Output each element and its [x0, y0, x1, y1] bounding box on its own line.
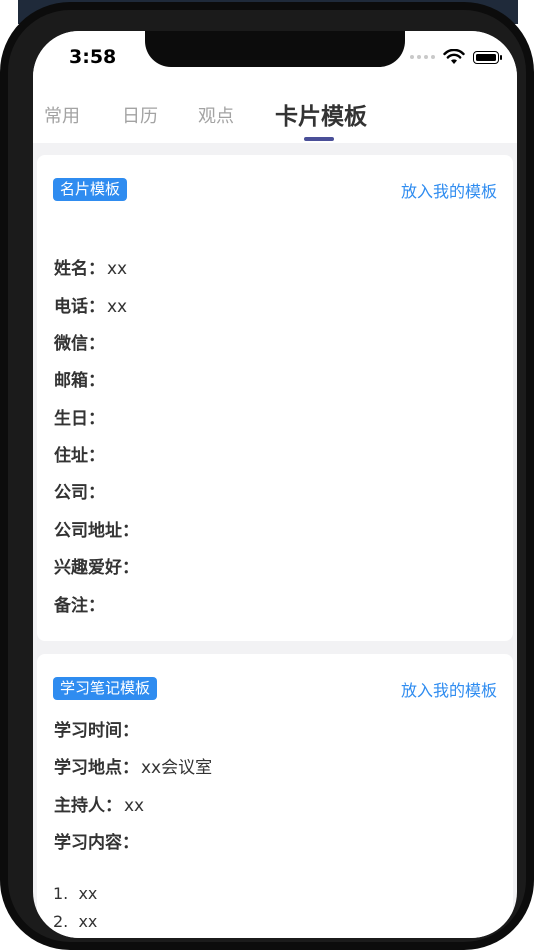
status-time: 3:58	[69, 46, 117, 68]
field-label: 学习地点：	[54, 758, 139, 778]
field-label: 微信：	[54, 334, 105, 354]
tab-opinion[interactable]: 观点	[198, 102, 234, 128]
active-tab-indicator	[304, 137, 334, 141]
field-label: 备注：	[54, 596, 105, 616]
field-row: 兴趣爱好：	[54, 553, 141, 578]
phone-frame: 3:58 常用 日历 观点 卡片模板 名片模板 放入我的模板 姓名： xx 电话…	[0, 2, 534, 950]
field-label: 学习内容：	[54, 833, 139, 853]
status-icons	[410, 49, 502, 65]
field-label: 生日：	[54, 409, 105, 429]
content-list: 1. xx 2. xx 3.	[53, 880, 97, 938]
list-item: 2. xx	[53, 908, 97, 936]
list-text: xx	[78, 912, 98, 931]
field-row: 公司：	[54, 478, 107, 503]
field-row: 邮箱：	[54, 366, 107, 391]
field-value: xx	[107, 259, 128, 279]
add-to-my-templates-button[interactable]: 放入我的模板	[401, 178, 497, 202]
field-value: xx会议室	[141, 758, 213, 778]
add-to-my-templates-button[interactable]: 放入我的模板	[401, 677, 497, 701]
signal-icon	[410, 55, 435, 59]
tab-bar: 常用 日历 观点 卡片模板	[33, 87, 517, 143]
field-label: 邮箱：	[54, 371, 105, 391]
field-row: 学习内容：	[54, 828, 141, 853]
field-label: 兴趣爱好：	[54, 558, 139, 578]
field-value: xx	[124, 796, 145, 816]
phone-screen: 3:58 常用 日历 观点 卡片模板 名片模板 放入我的模板 姓名： xx 电话…	[33, 31, 517, 938]
template-badge: 学习笔记模板	[53, 677, 158, 700]
field-label: 公司：	[54, 483, 105, 503]
tab-common[interactable]: 常用	[44, 102, 80, 128]
battery-icon	[473, 50, 502, 64]
tab-card-templates[interactable]: 卡片模板	[275, 97, 367, 131]
field-label: 姓名：	[54, 259, 105, 279]
field-label: 主持人：	[54, 796, 122, 816]
field-row: 主持人： xx	[54, 791, 144, 816]
field-row: 备注：	[54, 591, 107, 616]
field-label: 住址：	[54, 446, 105, 466]
business-card-template-card: 名片模板 放入我的模板 姓名： xx 电话： xx 微信： 邮箱： 生日： 住址…	[37, 155, 513, 641]
field-row: 学习时间：	[54, 716, 141, 741]
list-number: 2.	[53, 912, 69, 931]
field-row: 姓名： xx	[54, 254, 127, 279]
field-value: xx	[107, 297, 128, 317]
wifi-icon	[443, 49, 465, 64]
field-row: 公司地址：	[54, 516, 141, 541]
field-row: 住址：	[54, 441, 107, 466]
phone-bezel: 3:58 常用 日历 观点 卡片模板 名片模板 放入我的模板 姓名： xx 电话…	[8, 10, 526, 942]
field-row: 学习地点： xx会议室	[54, 753, 212, 778]
list-text: xx	[78, 884, 98, 903]
study-notes-template-card: 学习笔记模板 放入我的模板 学习时间： 学习地点： xx会议室 主持人： xx 学习…	[37, 654, 513, 938]
field-label: 学习时间：	[54, 721, 139, 741]
phone-notch	[145, 31, 405, 67]
tab-calendar[interactable]: 日历	[122, 102, 158, 128]
field-row: 电话： xx	[54, 292, 127, 317]
template-badge: 名片模板	[53, 178, 128, 201]
field-row: 微信：	[54, 329, 107, 354]
list-number: 1.	[53, 884, 69, 903]
field-row: 生日：	[54, 404, 107, 429]
field-label: 公司地址：	[54, 521, 139, 541]
list-item: 3.	[53, 936, 97, 938]
field-label: 电话：	[54, 297, 105, 317]
list-item: 1. xx	[53, 880, 97, 908]
